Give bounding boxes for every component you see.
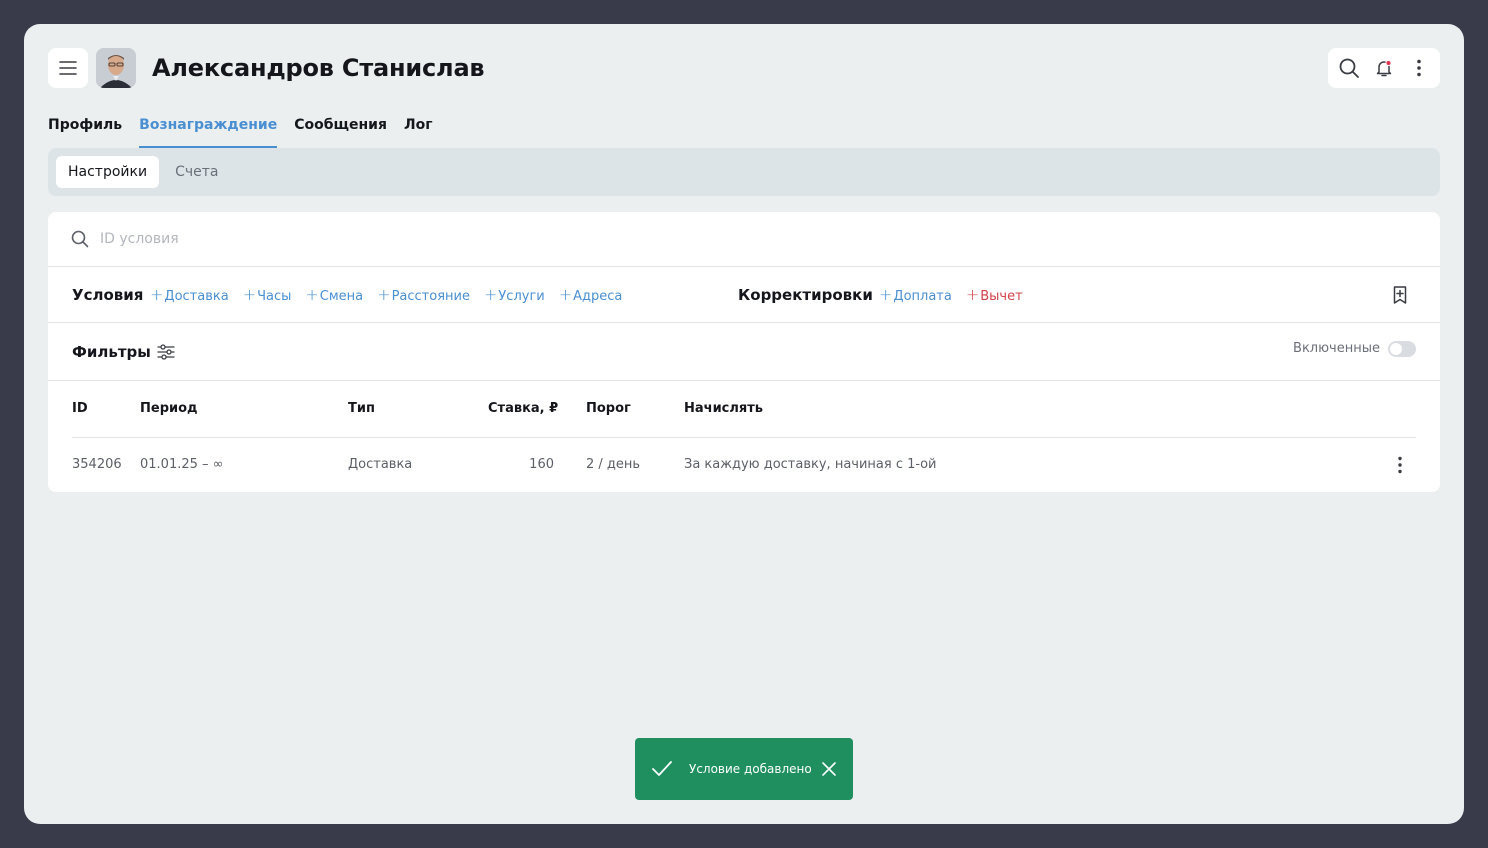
checkmark-icon bbox=[652, 761, 672, 776]
conditions-links: +Доставка +Часы +Смена +Расстояние +Услу… bbox=[150, 267, 622, 325]
link-label: Часы bbox=[257, 289, 292, 304]
row-actions-button[interactable] bbox=[1390, 454, 1410, 476]
cell-id: 354206 bbox=[72, 457, 122, 472]
cell-rate: 160 bbox=[529, 457, 554, 472]
plus-icon: + bbox=[558, 285, 573, 304]
cell-accrue: За каждую доставку, начиная с 1-ой bbox=[684, 457, 937, 472]
sub-tabs: Настройки Счета bbox=[48, 148, 1440, 196]
column-header-id[interactable]: ID bbox=[72, 382, 88, 436]
adjustments-links: +Доплата +Вычет bbox=[879, 267, 1023, 325]
add-services-link[interactable]: +Услуги bbox=[484, 267, 545, 325]
link-label: Доплата bbox=[893, 289, 952, 304]
cell-type: Доставка bbox=[348, 457, 413, 472]
link-label: Расстояние bbox=[391, 289, 470, 304]
conditions-title: Условия bbox=[72, 286, 144, 304]
close-icon bbox=[822, 762, 836, 776]
more-vertical-icon bbox=[1416, 59, 1421, 77]
link-label: Вычет bbox=[980, 289, 1023, 304]
search-icon bbox=[1339, 58, 1360, 78]
filters-title: Фильтры bbox=[72, 343, 151, 361]
cell-threshold: 2 / день bbox=[586, 457, 641, 472]
add-deduction-link[interactable]: +Вычет bbox=[966, 267, 1023, 325]
add-distance-link[interactable]: +Расстояние bbox=[377, 267, 470, 325]
adjustments-title: Корректировки bbox=[738, 286, 873, 304]
link-label: Услуги bbox=[498, 289, 545, 304]
user-photo bbox=[96, 48, 136, 88]
plus-icon: + bbox=[377, 285, 391, 304]
plus-icon: + bbox=[150, 285, 164, 304]
add-shift-link[interactable]: +Смена bbox=[305, 267, 363, 325]
add-hours-link[interactable]: +Часы bbox=[243, 267, 292, 325]
condition-id-search-input[interactable] bbox=[100, 231, 700, 247]
column-header-period[interactable]: Период bbox=[140, 382, 198, 436]
enabled-toggle[interactable] bbox=[1388, 341, 1416, 357]
bookmark-add-icon bbox=[1393, 286, 1407, 304]
tab-reward[interactable]: Вознаграждение bbox=[139, 112, 278, 148]
column-header-threshold[interactable]: Порог bbox=[586, 382, 631, 436]
link-label: Доставка bbox=[164, 289, 229, 304]
page-title: Александров Станислав bbox=[152, 54, 485, 82]
search-bar bbox=[48, 212, 1440, 267]
tab-profile[interactable]: Профиль bbox=[48, 112, 122, 148]
plus-icon: + bbox=[965, 285, 980, 304]
plus-icon: + bbox=[483, 285, 498, 304]
plus-icon: + bbox=[242, 285, 257, 304]
table-row[interactable]: 354206 01.01.25 – ∞ Доставка 160 2 / ден… bbox=[72, 438, 1416, 492]
link-label: Смена bbox=[319, 289, 364, 304]
search-button[interactable] bbox=[1333, 52, 1365, 84]
more-vertical-icon bbox=[1398, 456, 1402, 474]
success-toast: Условие добавлено bbox=[635, 738, 853, 800]
link-label: Адреса bbox=[573, 289, 623, 304]
sliders-icon bbox=[157, 344, 175, 360]
more-button[interactable] bbox=[1403, 52, 1435, 84]
subtab-settings[interactable]: Настройки bbox=[56, 156, 160, 188]
header-actions bbox=[1328, 48, 1440, 88]
add-addresses-link[interactable]: +Адреса bbox=[559, 267, 623, 325]
add-bonus-link[interactable]: +Доплата bbox=[879, 267, 952, 325]
filters-button[interactable] bbox=[156, 342, 176, 362]
conditions-table: ID Период Тип Ставка, ₽ Порог Начислять … bbox=[72, 382, 1416, 492]
search-icon bbox=[71, 230, 89, 248]
toast-close-button[interactable] bbox=[821, 761, 837, 777]
toast-message: Условие добавлено bbox=[689, 762, 812, 776]
hamburger-icon bbox=[59, 61, 77, 75]
filters-row: Фильтры Включенные bbox=[48, 323, 1440, 381]
main-tabs: Профиль Вознаграждение Сообщения Лог bbox=[48, 112, 433, 148]
cell-period: 01.01.25 – ∞ bbox=[140, 457, 224, 472]
column-header-type[interactable]: Тип bbox=[348, 382, 375, 436]
plus-icon: + bbox=[305, 285, 319, 304]
saved-presets-button[interactable] bbox=[1390, 285, 1410, 305]
subtab-accounts[interactable]: Счета bbox=[163, 156, 230, 188]
add-delivery-link[interactable]: +Доставка bbox=[150, 267, 229, 325]
enabled-toggle-label: Включенные bbox=[1293, 341, 1380, 356]
table-header: ID Период Тип Ставка, ₽ Порог Начислять bbox=[72, 382, 1416, 438]
plus-icon: + bbox=[879, 285, 893, 304]
conditions-card: Условия +Доставка +Часы +Смена +Расстоян… bbox=[48, 212, 1440, 492]
avatar[interactable] bbox=[96, 48, 136, 88]
menu-button[interactable] bbox=[48, 48, 88, 88]
column-header-rate[interactable]: Ставка, ₽ bbox=[488, 382, 558, 436]
column-header-accrue[interactable]: Начислять bbox=[684, 382, 763, 436]
tab-log[interactable]: Лог bbox=[404, 112, 433, 148]
bell-icon bbox=[1376, 59, 1392, 77]
conditions-row: Условия +Доставка +Часы +Смена +Расстоян… bbox=[48, 267, 1440, 323]
tab-messages[interactable]: Сообщения bbox=[294, 112, 387, 148]
app-window: Александров Станислав Профиль Вознагражд… bbox=[24, 24, 1464, 824]
notifications-button[interactable] bbox=[1368, 52, 1400, 84]
